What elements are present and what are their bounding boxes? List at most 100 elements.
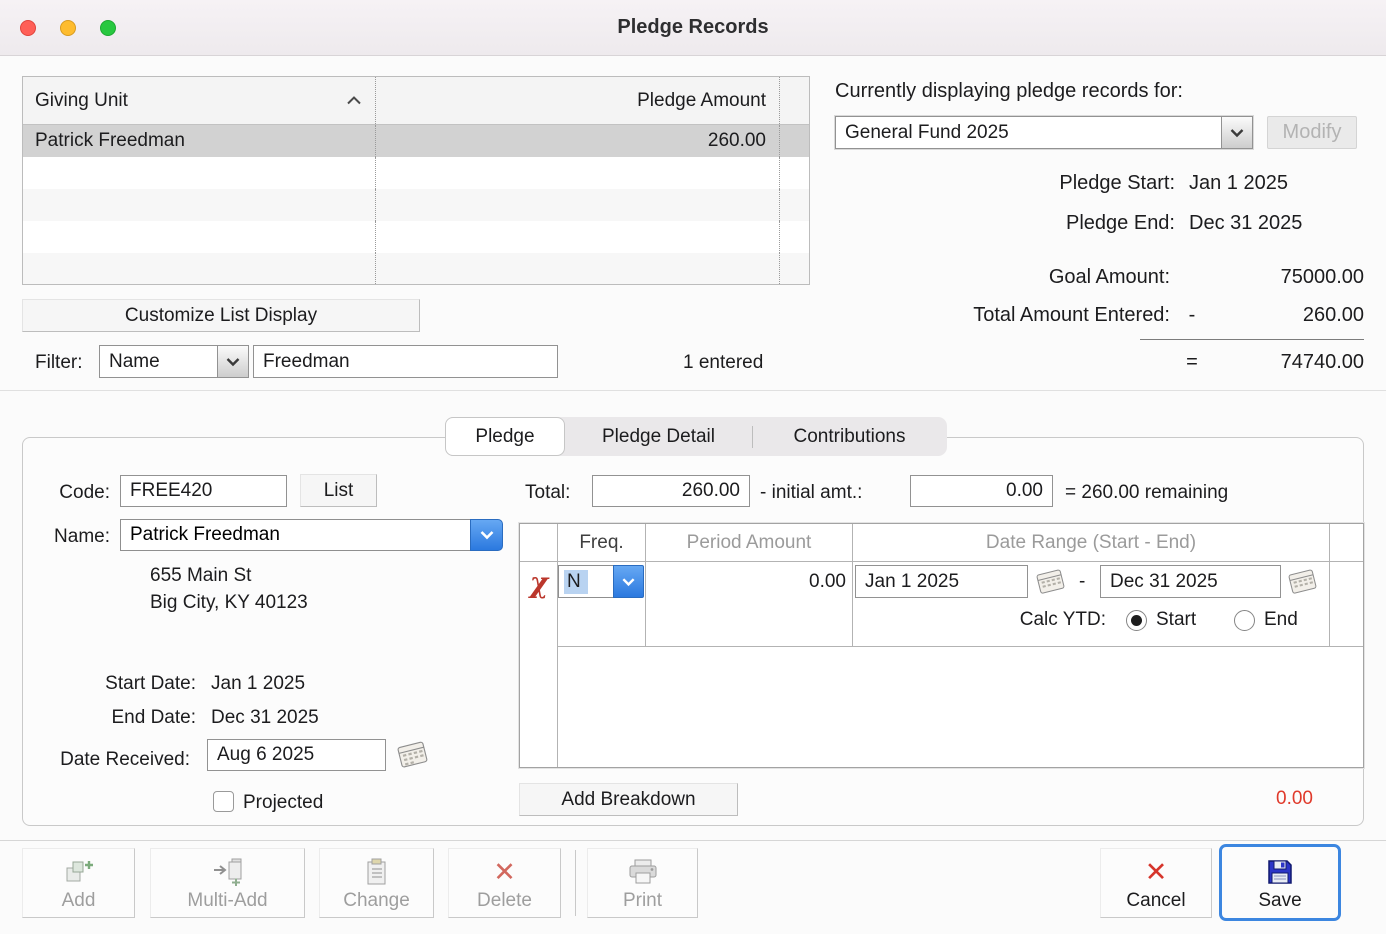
table-row[interactable]: Patrick Freedman 260.00 <box>23 125 809 157</box>
chevron-down-icon <box>479 524 495 546</box>
pledge-end-label: Pledge End: <box>1066 212 1175 234</box>
remaining-row: = 74740.00 <box>835 351 1364 374</box>
breakdown-header-period-amount: Period Amount <box>686 532 812 553</box>
goal-amount-value: 75000.00 <box>1280 266 1364 288</box>
name-input[interactable] <box>120 519 470 551</box>
cancel-x-icon: ✕ <box>1144 856 1168 887</box>
title-bar: Pledge Records <box>0 0 1386 56</box>
calc-ytd-end-label: End <box>1264 609 1298 630</box>
chevron-down-icon <box>217 346 248 377</box>
window-controls <box>20 20 116 36</box>
range-end-date-input[interactable] <box>1100 565 1281 598</box>
fund-dropdown[interactable]: General Fund 2025 <box>835 116 1253 149</box>
section-divider <box>0 390 1386 391</box>
tab-pledge-detail[interactable]: Pledge Detail <box>565 417 752 456</box>
fund-panel-heading: Currently displaying pledge records for: <box>835 80 1183 102</box>
delete-label: Delete <box>477 890 532 911</box>
code-input[interactable] <box>120 475 287 507</box>
sum-divider-line <box>1140 339 1364 340</box>
chevron-down-icon <box>1221 117 1252 148</box>
print-icon <box>627 857 659 887</box>
save-focus-ring: Save <box>1219 844 1341 921</box>
modify-fund-button[interactable]: Modify <box>1267 116 1357 149</box>
breakdown-header-date-range: Date Range (Start - End) <box>985 532 1197 553</box>
name-label: Name: <box>54 526 110 547</box>
zoom-window-button[interactable] <box>100 20 116 36</box>
print-button[interactable]: Print <box>587 848 698 918</box>
calc-ytd-end-radio[interactable] <box>1234 610 1255 631</box>
grid-header-line <box>520 561 1363 562</box>
close-window-button[interactable] <box>20 20 36 36</box>
calendar-icon[interactable] <box>396 740 430 776</box>
equals-sign: = <box>1186 351 1198 373</box>
customize-list-display-button[interactable]: Customize List Display <box>22 299 420 332</box>
breakdown-total: 0.00 <box>1276 788 1313 809</box>
list-button[interactable]: List <box>300 474 377 507</box>
date-received-input[interactable] <box>207 739 386 771</box>
range-start-date-input[interactable] <box>855 565 1028 598</box>
code-label: Code: <box>59 482 110 503</box>
remaining-value: 74740.00 <box>1280 351 1364 373</box>
end-date-label: End Date: <box>111 707 197 728</box>
table-row-empty <box>23 189 809 221</box>
total-entered-row: Total Amount Entered: - 260.00 <box>835 304 1364 327</box>
calendar-icon[interactable] <box>1035 568 1067 602</box>
table-row-empty <box>23 253 809 284</box>
cancel-label: Cancel <box>1126 890 1186 911</box>
frequency-dropdown-button[interactable] <box>613 565 644 598</box>
save-button[interactable]: Save <box>1222 847 1338 917</box>
chevron-down-icon <box>621 571 636 593</box>
filter-field-value: Name <box>109 350 160 372</box>
change-button[interactable]: Change <box>319 848 434 918</box>
add-button[interactable]: Add <box>22 848 135 918</box>
tab-strip: Pledge Pledge Detail Contributions <box>445 417 947 456</box>
add-breakdown-button[interactable]: Add Breakdown <box>519 783 738 816</box>
start-date-value: Jan 1 2025 <box>211 673 306 694</box>
end-date-value: Dec 31 2025 <box>211 707 319 728</box>
giving-unit-header-label: Giving Unit <box>35 89 128 111</box>
projected-checkbox[interactable] <box>213 791 234 812</box>
initial-amount-label: - initial amt.: <box>760 482 863 503</box>
start-date-label: Start Date: <box>105 673 196 694</box>
initial-amount-input[interactable] <box>910 475 1053 507</box>
cancel-button[interactable]: ✕ Cancel <box>1100 848 1212 918</box>
remaining-amount-text: = 260.00 remaining <box>1065 482 1229 503</box>
sort-ascending-icon <box>345 90 363 112</box>
grid-column-line <box>645 524 646 646</box>
address-line1: 655 Main St <box>150 565 252 586</box>
total-input[interactable] <box>592 475 750 507</box>
goal-amount-label: Goal Amount: <box>1048 266 1170 288</box>
filter-value-input[interactable] <box>253 345 558 378</box>
table-row-empty <box>23 157 809 189</box>
column-header-giving-unit[interactable]: Giving Unit <box>23 77 375 124</box>
calc-ytd-start-radio[interactable] <box>1126 610 1147 631</box>
pledge-start-value: Jan 1 2025 <box>1189 172 1288 194</box>
period-amount-value[interactable]: 0.00 <box>650 571 846 593</box>
calendar-icon[interactable] <box>1287 568 1319 602</box>
grid-column-line <box>1329 524 1330 646</box>
frequency-value[interactable]: N <box>558 565 613 598</box>
giving-unit-table: Giving Unit Pledge Amount Patrick Freedm… <box>22 76 810 285</box>
total-label: Total: <box>525 482 571 503</box>
tab-pledge[interactable]: Pledge <box>445 417 565 456</box>
pledge-end-value: Dec 31 2025 <box>1189 212 1303 234</box>
pledge-start-label: Pledge Start: <box>1059 172 1175 194</box>
frequency-selected-text: N <box>564 569 588 594</box>
minimize-window-button[interactable] <box>60 20 76 36</box>
column-header-pledge-amount[interactable]: Pledge Amount <box>375 77 779 124</box>
save-floppy-icon <box>1266 857 1294 887</box>
breakdown-header-freq: Freq. <box>579 532 624 553</box>
delete-button[interactable]: ✕ Delete <box>448 848 561 918</box>
filter-field-dropdown[interactable]: Name <box>99 345 249 378</box>
tab-contributions[interactable]: Contributions <box>753 417 946 456</box>
address-line2: Big City, KY 40123 <box>150 592 308 613</box>
cell-giving-unit: Patrick Freedman <box>35 130 185 151</box>
toolbar-divider <box>0 840 1386 841</box>
name-dropdown-button[interactable] <box>470 519 503 551</box>
scrollbar-track[interactable] <box>779 125 809 157</box>
multi-add-button[interactable]: Multi-Add <box>150 848 305 918</box>
multi-add-label: Multi-Add <box>187 890 268 911</box>
breakdown-grid: Freq. Period Amount Date Range (Start - … <box>519 523 1364 768</box>
pledge-row-marker-icon: χ <box>529 566 549 599</box>
address-block: 655 Main St Big City, KY 40123 <box>150 562 308 616</box>
